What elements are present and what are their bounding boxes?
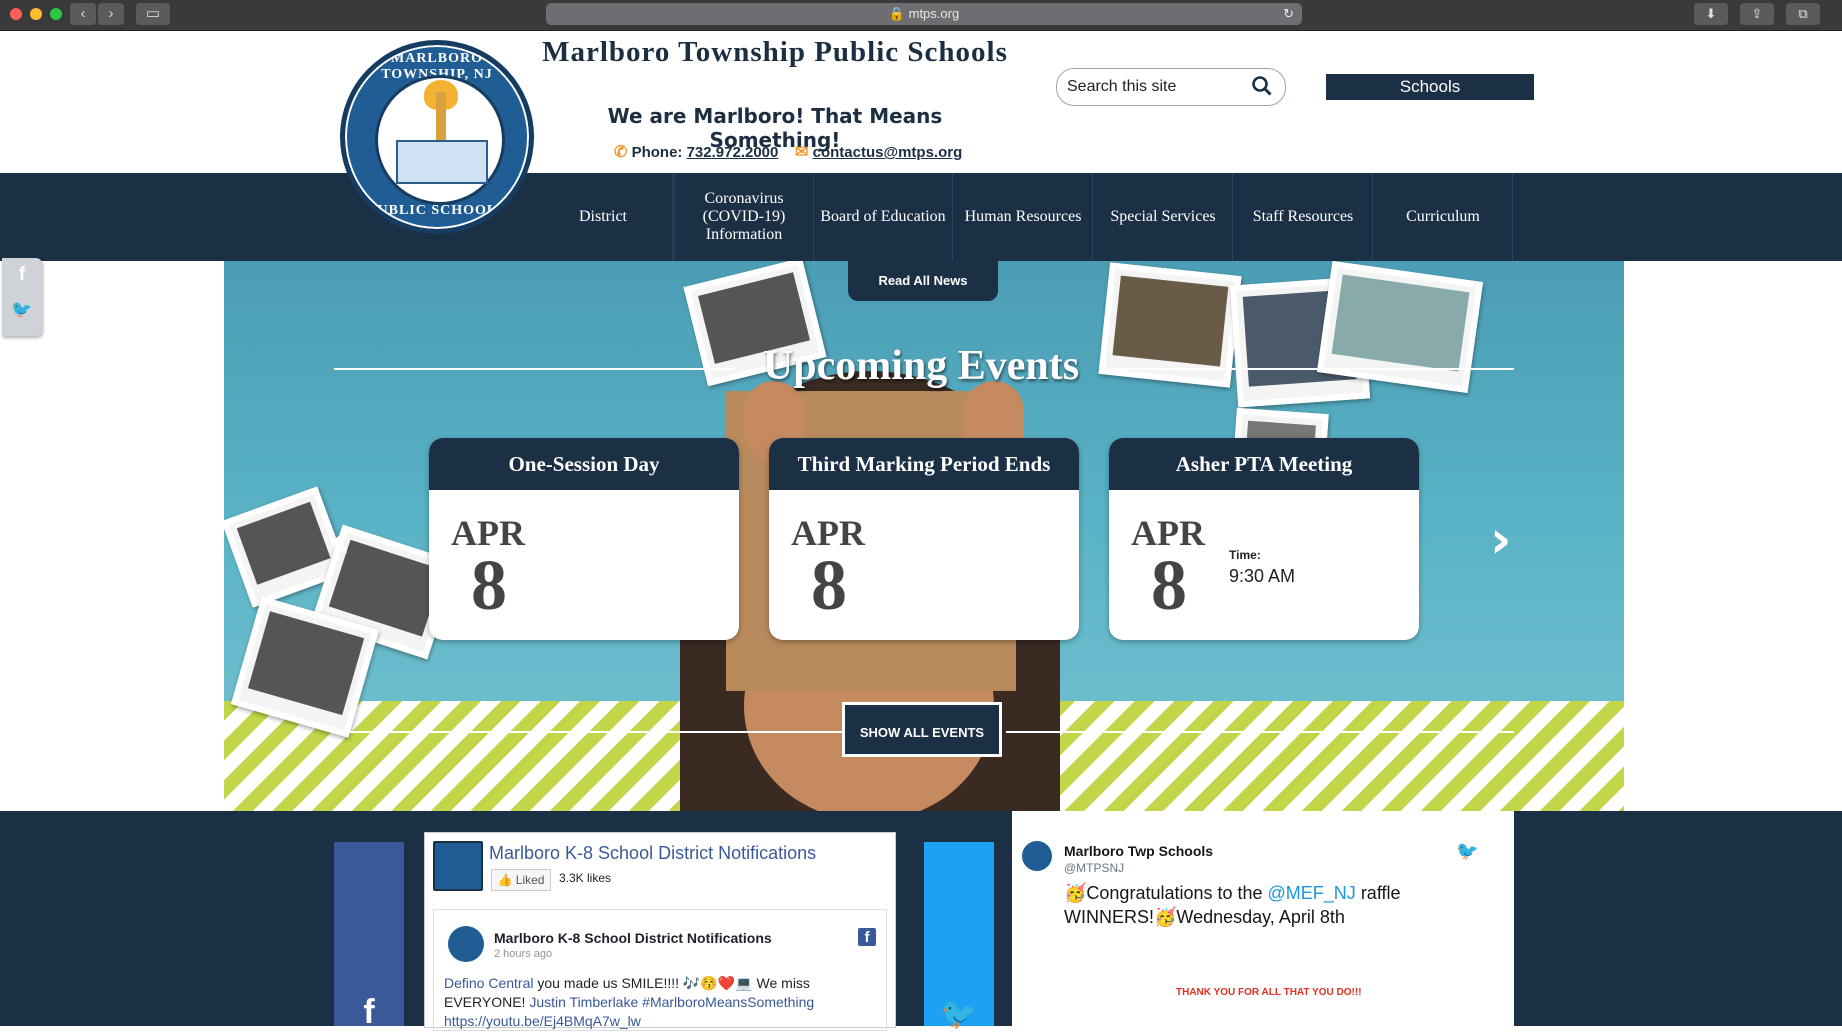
social-share-bar: f 🐦	[2, 258, 42, 336]
search-input[interactable]	[1065, 75, 1249, 99]
book-icon	[396, 140, 488, 184]
zoom-window-button[interactable]	[50, 8, 62, 20]
social-feeds-section	[0, 811, 1842, 1026]
event-time: 9:30 AM	[1229, 566, 1296, 586]
show-all-events-button[interactable]: SHOW ALL EVENTS	[842, 702, 1002, 757]
event-time-label: Time:	[1229, 548, 1261, 562]
district-logo[interactable]: MARLBORO TOWNSHIP, NJ PUBLIC SCHOOLS	[340, 40, 534, 234]
post-url-link[interactable]: https://youtu.be/Ej4BMqA7w_lw	[444, 1013, 641, 1029]
phone-link[interactable]: 732.972.2000	[687, 144, 779, 161]
page-avatar[interactable]	[433, 841, 483, 891]
post-text: Defino Central you made us SMILE!!!! 🎶😚❤…	[444, 974, 874, 1031]
likes-count: 3.3K likes	[559, 871, 612, 885]
phone-label: Phone:	[631, 144, 683, 161]
facebook-icon[interactable]: f	[858, 928, 876, 946]
facebook-icon: f	[363, 993, 375, 1031]
minimize-window-button[interactable]	[30, 8, 42, 20]
twitter-feed-widget: Marlboro Twp Schools @MTPSNJ 🐦 🥳Congratu…	[1012, 811, 1514, 1026]
search-icon[interactable]	[1251, 75, 1273, 97]
site-title[interactable]: Marlboro Township Public Schools	[540, 34, 1010, 70]
liked-button[interactable]: 👍 Liked	[491, 869, 551, 891]
tabs-overview-button[interactable]: ⧉	[1786, 3, 1820, 25]
chevron-right-icon: ›	[108, 5, 114, 22]
post-time[interactable]: 2 hours ago	[494, 948, 552, 960]
carousel-prev-arrow-icon[interactable]: ‹	[330, 510, 351, 570]
event-card[interactable]: Asher PTA Meeting APR 8 Time: 9:30 AM	[1109, 438, 1419, 640]
torch-icon	[436, 92, 446, 144]
event-card[interactable]: One-Session Day APR 8	[429, 438, 739, 640]
site-search	[1056, 68, 1286, 106]
forward-button[interactable]: ›	[98, 3, 124, 25]
back-button[interactable]: ‹	[70, 3, 96, 25]
show-events-rule-left	[334, 731, 842, 733]
tweet-mention-link[interactable]: @MEF_NJ	[1268, 883, 1356, 903]
url-text: mtps.org	[908, 6, 960, 21]
title-rule-left	[334, 368, 734, 370]
event-title[interactable]: One-Session Day	[429, 438, 739, 490]
upcoming-events-title: Upcoming Events	[762, 343, 1080, 389]
schools-button[interactable]: Schools	[1326, 74, 1534, 100]
reload-icon[interactable]: ↻	[1283, 3, 1294, 25]
tweet-text: 🥳Congratulations to the @MEF_NJ raffle W…	[1064, 881, 1484, 929]
twitter-icon[interactable]: 🐦	[2, 300, 42, 320]
contact-info: ✆ Phone: 732.972.2000 ✉ contactus@mtps.o…	[614, 142, 1034, 162]
twitter-handle[interactable]: @MTPSNJ	[1064, 861, 1124, 875]
share-button[interactable]: ⇪	[1740, 3, 1774, 25]
event-day: 8	[471, 545, 507, 625]
hero-photo	[1316, 261, 1484, 394]
show-events-rule-right	[1006, 731, 1514, 733]
phone-icon: ✆	[614, 144, 628, 161]
nav-item-staff-resources[interactable]: Staff Resources	[1234, 173, 1373, 261]
post-author-avatar[interactable]	[448, 926, 484, 962]
share-icon: ⇪	[1751, 6, 1763, 21]
sidebar-icon: ▭	[145, 5, 161, 22]
tweet-image-caption: THANK YOU FOR ALL THAT YOU DO!!!	[1176, 987, 1362, 998]
twitter-bird-icon[interactable]: 🐦	[1456, 841, 1478, 862]
facebook-post: Marlboro K-8 School District Notificatio…	[433, 909, 887, 1031]
facebook-page-title[interactable]: Marlboro K-8 School District Notificatio…	[489, 843, 816, 864]
event-card[interactable]: Third Marking Period Ends APR 8	[769, 438, 1079, 640]
nav-item-board-of-education[interactable]: Board of Education	[814, 173, 953, 261]
chevron-left-icon: ‹	[80, 5, 86, 22]
title-rule-right	[1108, 368, 1514, 370]
tabs-icon: ⧉	[1798, 6, 1808, 21]
post-mention-link[interactable]: Justin Timberlake	[529, 994, 638, 1010]
download-button[interactable]: ⬇	[1694, 3, 1728, 25]
sidebar-toggle-button[interactable]: ▭	[136, 3, 170, 25]
twitter-feed-tab[interactable]: 🐦	[924, 842, 994, 1031]
nav-item-special-services[interactable]: Special Services	[1094, 173, 1233, 261]
post-author[interactable]: Marlboro K-8 School District Notificatio…	[494, 930, 772, 946]
nav-item-curriculum[interactable]: Curriculum	[1374, 173, 1513, 261]
facebook-icon[interactable]: f	[2, 264, 42, 286]
post-hashtag-link[interactable]: #MarlboroMeansSomething	[642, 994, 814, 1010]
event-title[interactable]: Asher PTA Meeting	[1109, 438, 1419, 490]
read-all-news-button[interactable]: Read All News	[848, 261, 998, 301]
nav-item-human-resources[interactable]: Human Resources	[954, 173, 1093, 261]
facebook-page-widget: Marlboro K-8 School District Notificatio…	[424, 832, 896, 1031]
event-day: 8	[1151, 545, 1187, 625]
nav-item-district[interactable]: District	[534, 173, 673, 261]
close-window-button[interactable]	[10, 8, 22, 20]
twitter-icon: 🐦	[940, 998, 978, 1031]
logo-emblem	[375, 75, 505, 205]
tweet-body: 🥳Congratulations to the	[1064, 883, 1268, 903]
email-icon: ✉	[795, 144, 809, 161]
facebook-feed-tab[interactable]: f	[334, 842, 404, 1031]
liked-label: Liked	[515, 873, 545, 887]
post-mention-link[interactable]: Defino Central	[444, 975, 534, 991]
twitter-avatar[interactable]	[1022, 841, 1052, 871]
download-icon: ⬇	[1705, 6, 1717, 21]
carousel-next-arrow-icon[interactable]: ›	[1490, 510, 1511, 570]
address-bar[interactable]: 🔒 mtps.org ↻	[546, 3, 1302, 25]
logo-text-bottom: PUBLIC SCHOOLS	[367, 203, 507, 218]
like-thumb-icon: 👍	[497, 873, 513, 887]
event-title[interactable]: Third Marking Period Ends	[769, 438, 1079, 490]
email-link[interactable]: contactus@mtps.org	[813, 144, 963, 161]
event-day: 8	[811, 545, 847, 625]
browser-toolbar: ‹ › ▭ 🔒 mtps.org ↻ ⬇ ⇪ ⧉	[0, 0, 1842, 31]
twitter-account-name[interactable]: Marlboro Twp Schools	[1064, 843, 1213, 859]
lock-icon: 🔒	[888, 6, 905, 21]
nav-item-coronavirus[interactable]: Coronavirus (COVID-19) Information	[674, 173, 814, 261]
